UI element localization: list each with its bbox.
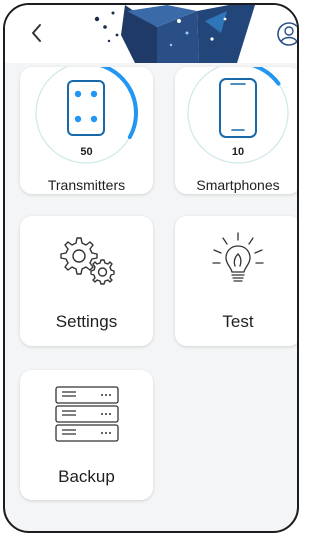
- gears-icon: [60, 237, 115, 285]
- back-button[interactable]: [27, 21, 47, 45]
- test-label: Test: [222, 312, 254, 331]
- smartphones-label: Smartphones: [196, 177, 280, 193]
- smartphone-icon: [219, 78, 257, 138]
- transmitters-count: 50: [80, 146, 93, 158]
- backup-label: Backup: [58, 467, 115, 486]
- settings-label: Settings: [55, 312, 118, 331]
- server-stack-icon: [55, 386, 119, 442]
- backup-tile[interactable]: Backup: [20, 370, 153, 500]
- app-screen: 50 Transmitters 10 Smartphones Settings: [3, 3, 299, 533]
- test-tile[interactable]: Test: [175, 216, 297, 346]
- transmitter-icon: [67, 80, 105, 136]
- smartphones-count: 10: [231, 146, 245, 158]
- transmitters-label: Transmitters: [47, 177, 126, 193]
- settings-tile[interactable]: Settings: [20, 216, 153, 346]
- lightbulb-icon: [212, 232, 264, 282]
- brand-logo: [94, 5, 255, 63]
- user-account-button[interactable]: [273, 21, 297, 47]
- transmitters-tile[interactable]: 50 Transmitters: [20, 67, 153, 194]
- top-bar: [5, 5, 297, 63]
- smartphones-tile[interactable]: 10 Smartphones: [175, 67, 297, 194]
